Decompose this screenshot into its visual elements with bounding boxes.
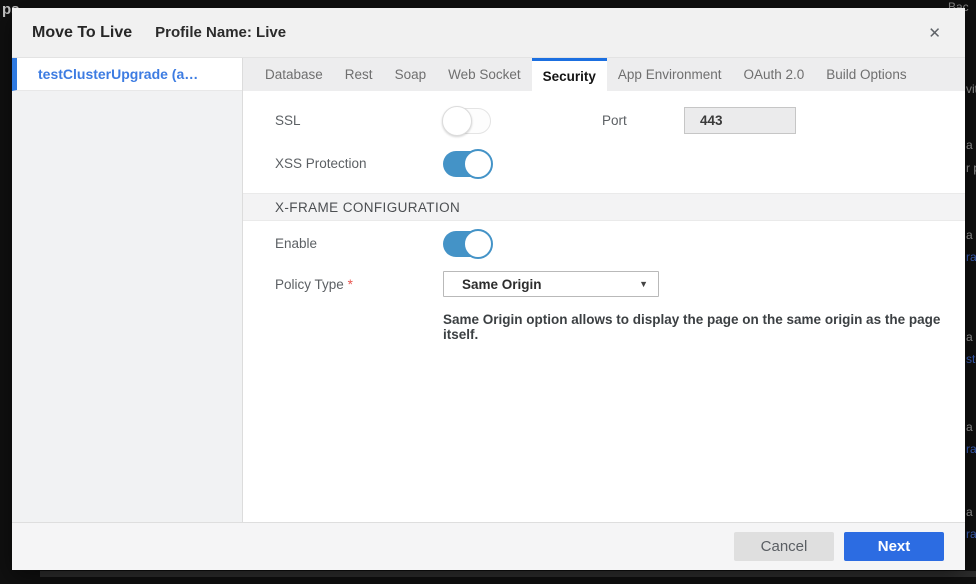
xframe-section-header: X-FRAME CONFIGURATION [243,193,965,221]
backdrop-fragment: rac [966,250,976,264]
app-list-sidebar: testClusterUpgrade (a… [12,58,243,522]
ssl-label: SSL [275,113,443,128]
xframe-enable-toggle[interactable] [443,231,491,257]
xss-protection-label: XSS Protection [275,156,443,171]
settings-pane: Database Rest Soap Web Socket Security A… [243,58,965,522]
backdrop-fragment: a s [966,138,976,152]
taskbar-strip [40,571,976,577]
port-input[interactable] [684,107,796,134]
policy-type-select[interactable]: Same Origin ▼ [443,271,659,297]
backdrop-fragment: rac [966,527,976,541]
required-asterisk: * [348,277,353,292]
tab-oauth[interactable]: OAuth 2.0 [732,58,815,91]
xframe-section-title: X-FRAME CONFIGURATION [275,200,460,215]
security-tab-content: SSL Port XSS Protection X-FRAME CONFIGUR… [243,91,965,522]
ssl-toggle[interactable] [443,108,491,134]
chevron-down-icon: ▼ [639,279,648,289]
ssl-row: SSL Port [243,107,965,134]
backdrop-fragment: a s [966,330,976,344]
tab-build-options[interactable]: Build Options [815,58,917,91]
dialog-body: testClusterUpgrade (a… Database Rest Soa… [12,58,965,522]
tab-rest[interactable]: Rest [334,58,384,91]
port-label: Port [602,113,684,128]
enable-label: Enable [275,236,443,251]
move-to-live-dialog: Move To Live Profile Name: Live ✕ testCl… [12,8,965,570]
tab-app-environment[interactable]: App Environment [607,58,733,91]
xss-protection-toggle[interactable] [443,151,491,177]
tab-security[interactable]: Security [532,58,607,91]
toggle-knob [463,149,493,179]
backdrop-fragment: ste [966,352,976,366]
policy-type-label-text: Policy Type [275,277,344,292]
backdrop-fragment: r p [966,161,976,175]
backdrop-fragment: a u [966,505,976,519]
backdrop-fragment: rac [966,442,976,456]
tab-web-socket[interactable]: Web Socket [437,58,532,91]
tab-database[interactable]: Database [254,58,334,91]
dialog-header: Move To Live Profile Name: Live ✕ [12,8,965,58]
xss-protection-row: XSS Protection [243,150,965,177]
dialog-title: Move To Live [32,24,132,42]
sidebar-item-test-cluster-upgrade[interactable]: testClusterUpgrade (a… [12,58,242,91]
next-button[interactable]: Next [844,532,944,561]
close-icon[interactable]: ✕ [924,8,945,57]
backdrop-fragment: vit [966,82,976,96]
backdrop-fragment: a u [966,420,976,434]
policy-type-label: Policy Type * [275,277,443,292]
toggle-knob [463,229,493,259]
cancel-button[interactable]: Cancel [734,532,834,561]
toggle-knob [442,106,472,136]
policy-type-selected-value: Same Origin [462,277,542,292]
policy-type-row: Policy Type * Same Origin ▼ [243,271,965,297]
backdrop-fragment: a re [966,228,976,242]
settings-tabbar: Database Rest Soap Web Socket Security A… [243,58,965,91]
xframe-enable-row: Enable [243,230,965,257]
profile-name-label: Profile Name: Live [155,24,286,41]
dialog-footer: Cancel Next [12,522,965,570]
tab-soap[interactable]: Soap [384,58,438,91]
policy-type-description: Same Origin option allows to display the… [443,312,965,342]
